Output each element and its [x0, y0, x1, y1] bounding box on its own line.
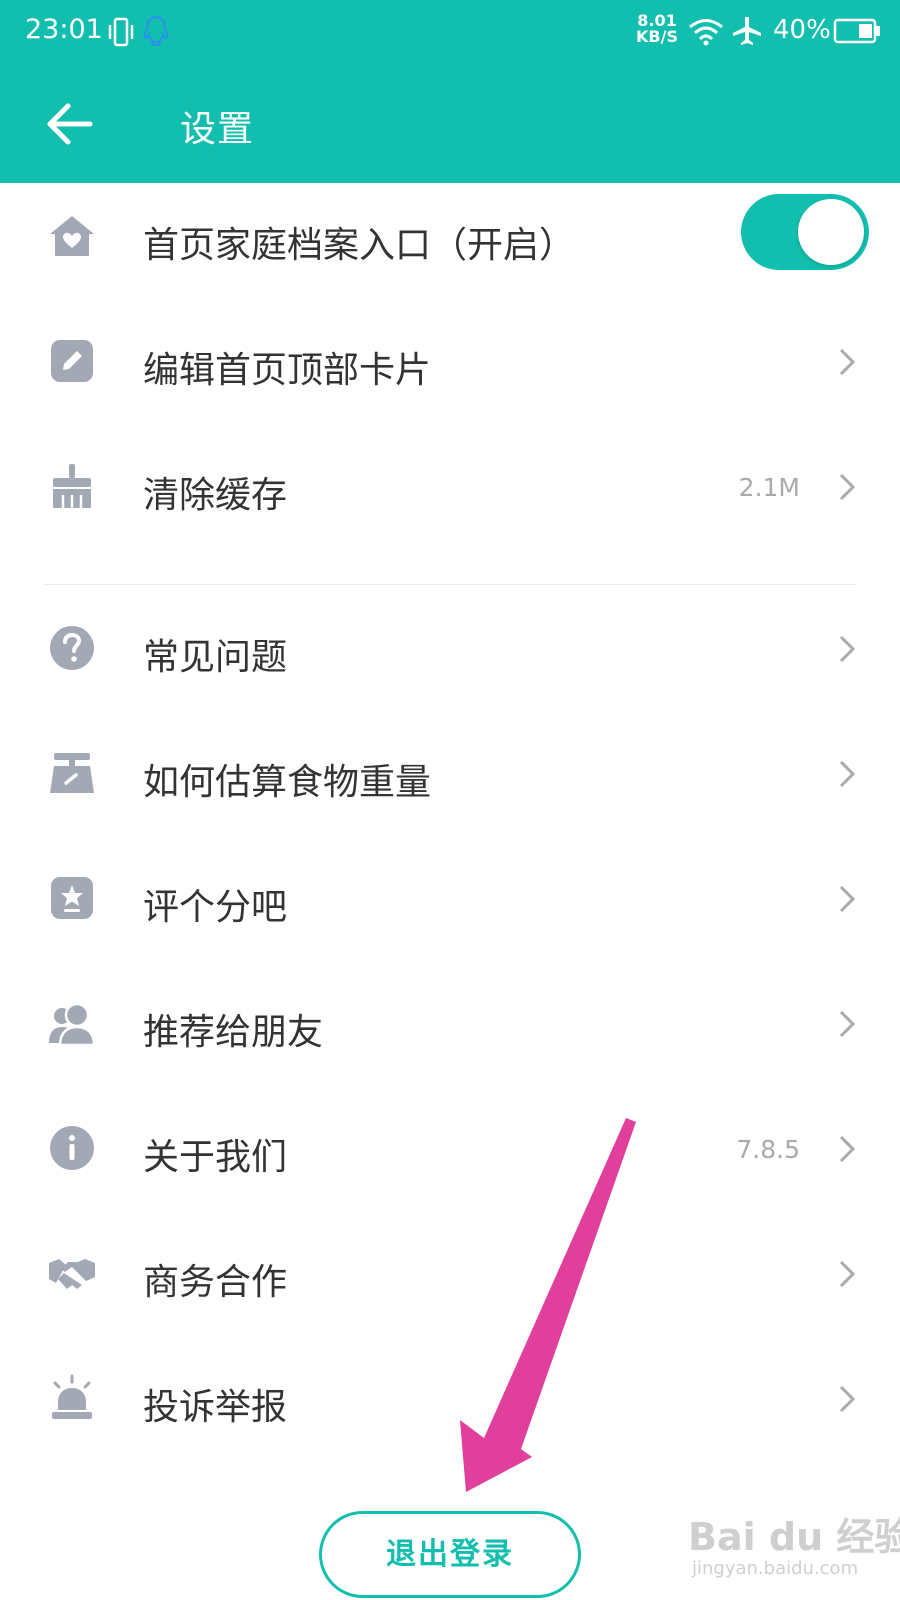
setting-label: 商务合作 [143, 1262, 288, 1303]
wifi-icon [689, 19, 723, 46]
battery-icon [833, 18, 880, 44]
broom-icon [53, 464, 91, 508]
vibrate-icon [108, 17, 134, 47]
app-version: 7.8.5 [736, 1135, 800, 1164]
battery-percent: 40% [773, 15, 831, 45]
setting-about-us[interactable]: 关于我们 7.8.5 [0, 1092, 900, 1202]
network-speed: 8.01 KB/S [636, 13, 678, 45]
setting-label: 常见问题 [143, 637, 288, 678]
handshake-icon [49, 1259, 95, 1289]
chevron-right-icon [839, 1010, 856, 1038]
setting-faq[interactable]: 常见问题 [0, 592, 900, 702]
setting-label: 首页家庭档案入口（开启） [143, 225, 576, 266]
setting-label: 清除缓存 [143, 475, 288, 516]
chevron-right-icon [839, 635, 856, 663]
cache-size: 2.1M [738, 473, 800, 502]
edit-icon [51, 340, 93, 382]
chevron-right-icon [839, 1385, 856, 1413]
setting-label: 如何估算食物重量 [143, 762, 432, 803]
page-title: 设置 [180, 109, 255, 150]
header: 23:01 8.01 KB/S 40% 设置 [0, 0, 900, 183]
airplane-icon [733, 17, 761, 45]
setting-recommend-friends[interactable]: 推荐给朋友 [0, 967, 900, 1077]
setting-business-cooperation[interactable]: 商务合作 [0, 1217, 900, 1327]
chevron-right-icon [839, 348, 856, 376]
setting-label: 投诉举报 [143, 1387, 288, 1428]
home-heart-icon [50, 216, 94, 256]
chevron-right-icon [839, 473, 856, 501]
toggle-knob [798, 199, 864, 265]
qq-icon [143, 15, 169, 47]
back-arrow-icon[interactable] [44, 98, 96, 150]
watermark-main: Bai du 经验 [688, 1515, 900, 1559]
setting-label: 编辑首页顶部卡片 [143, 350, 432, 391]
home-archive-toggle[interactable] [741, 194, 869, 270]
setting-estimate-food-weight[interactable]: 如何估算食物重量 [0, 717, 900, 827]
star-icon [51, 877, 93, 919]
setting-complaint-report[interactable]: 投诉举报 [0, 1342, 900, 1452]
setting-label: 评个分吧 [143, 887, 288, 928]
info-icon [50, 1126, 94, 1170]
section-divider [43, 584, 857, 585]
net-speed-unit: KB/S [636, 27, 678, 46]
setting-rate-app[interactable]: 评个分吧 [0, 842, 900, 952]
setting-label: 关于我们 [143, 1137, 288, 1178]
watermark: Bai du 经验 jingyan.baidu.com [688, 1504, 900, 1594]
setting-clear-cache[interactable]: 清除缓存 2.1M [0, 430, 900, 540]
setting-edit-top-card[interactable]: 编辑首页顶部卡片 [0, 305, 900, 415]
chevron-right-icon [839, 1260, 856, 1288]
friends-icon [49, 1002, 96, 1047]
logout-button[interactable]: 退出登录 [319, 1511, 581, 1598]
chevron-right-icon [839, 1135, 856, 1163]
watermark-sub: jingyan.baidu.com [692, 1558, 859, 1579]
setting-label: 推荐给朋友 [143, 1012, 324, 1053]
scale-icon [50, 753, 94, 793]
chevron-right-icon [839, 885, 856, 913]
status-bar: 23:01 8.01 KB/S 40% [0, 0, 900, 66]
status-time: 23:01 [25, 14, 103, 45]
question-icon [50, 626, 94, 670]
alarm-icon [52, 1374, 92, 1419]
chevron-right-icon [839, 760, 856, 788]
